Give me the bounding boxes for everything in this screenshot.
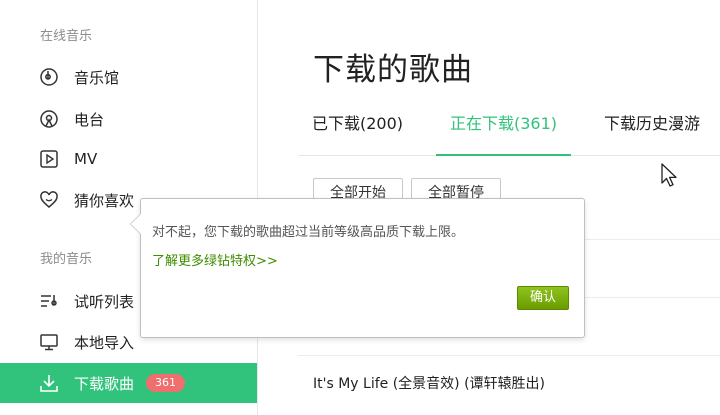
download-icon (38, 372, 60, 394)
quota-warning-popup: 对不起，您下载的歌曲超过当前等级高品质下载上限。 了解更多绿钻特权>> 确认 (130, 198, 585, 338)
sidebar-item-downloads[interactable]: 下载歌曲 361 (0, 363, 257, 403)
sidebar-item-label: 下载歌曲 (74, 374, 135, 393)
section-title-online: 在线音乐 (40, 29, 93, 44)
sidebar-item-radio[interactable]: 电台 (0, 99, 257, 139)
row-divider (298, 355, 720, 356)
playlist-icon (38, 290, 60, 312)
popup-message: 对不起，您下载的歌曲超过当前等级高品质下载上限。 (152, 225, 465, 240)
mouse-cursor-icon (661, 163, 677, 187)
table-row[interactable]: It's My Life (全景音效) (谭轩辕胜出) (313, 373, 545, 393)
section-title-mine: 我的音乐 (40, 252, 93, 267)
tab-downloaded[interactable]: 已下载(200) (298, 104, 417, 156)
heart-icon (38, 189, 60, 211)
sidebar-item-label: MV (74, 150, 98, 168)
sidebar-item-label: 电台 (74, 110, 105, 129)
page-title: 下载的歌曲 (313, 52, 473, 88)
sidebar-item-mv[interactable]: MV (0, 139, 257, 179)
download-tabs: 已下载(200) 正在下载(361) 下载历史漫游 (298, 104, 720, 156)
music-hall-icon (38, 66, 60, 88)
sidebar-item-label: 试听列表 (74, 292, 135, 311)
sidebar-item-label: 猜你喜欢 (74, 191, 135, 210)
download-count-badge: 361 (146, 374, 186, 392)
popup-arrow (131, 214, 141, 234)
monitor-icon (38, 331, 60, 353)
mv-play-icon (38, 148, 60, 170)
sidebar-item-label: 音乐馆 (74, 68, 120, 87)
green-diamond-privilege-link[interactable]: 了解更多绿钻特权>> (152, 250, 278, 269)
sidebar-item-label: 本地导入 (74, 333, 135, 352)
tab-download-history[interactable]: 下载历史漫游 (590, 104, 714, 156)
radio-icon (38, 108, 60, 130)
confirm-button[interactable]: 确认 (517, 286, 569, 310)
sidebar-item-music-hall[interactable]: 音乐馆 (0, 57, 257, 97)
tab-downloading[interactable]: 正在下载(361) (436, 104, 572, 156)
